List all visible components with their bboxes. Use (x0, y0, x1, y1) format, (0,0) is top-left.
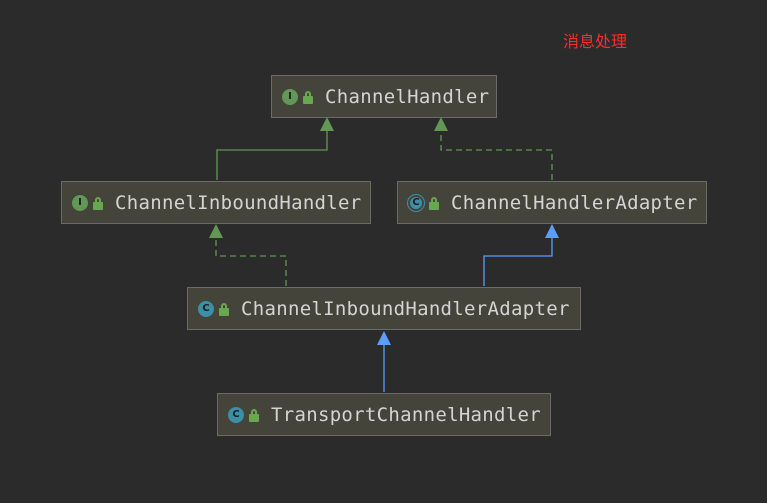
edge-inbound-adapter-to-handler-adapter (483, 238, 553, 286)
note-label: 消息处理 (563, 32, 628, 51)
node-channel-inbound-handler[interactable]: I ChannelInboundHandler (61, 181, 371, 224)
arrowhead-inbound-adapter (377, 331, 391, 345)
uml-diagram-canvas: 消息处理 I ChannelHandler I ChannelInboundHa… (0, 0, 767, 503)
class-icon: C (198, 300, 214, 317)
node-label: ChannelHandlerAdapter (451, 191, 698, 214)
public-visibility-icon (429, 196, 439, 210)
edge-inbound-adapter-to-inbound-handler (215, 238, 287, 286)
class-icon: C (228, 406, 244, 423)
public-visibility-icon (219, 302, 229, 316)
node-transport-channel-handler[interactable]: C TransportChannelHandler (217, 393, 551, 436)
public-visibility-icon (93, 196, 103, 210)
node-label: ChannelHandler (325, 85, 490, 108)
node-label: ChannelInboundHandler (115, 191, 362, 214)
arrowhead-inbound-handler (209, 224, 223, 238)
public-visibility-icon (249, 408, 259, 422)
edge-handler-adapter-to-channel-handler (440, 131, 553, 180)
arrowhead-channel-handler-right (434, 117, 448, 131)
node-channel-handler-adapter[interactable]: C ChannelHandlerAdapter (397, 181, 707, 224)
node-channel-handler[interactable]: I ChannelHandler (271, 75, 497, 118)
arrowhead-channel-handler-left (320, 117, 334, 131)
node-channel-inbound-handler-adapter[interactable]: C ChannelInboundHandlerAdapter (187, 287, 581, 330)
node-label: ChannelInboundHandlerAdapter (241, 297, 570, 320)
interface-icon: I (282, 88, 298, 105)
interface-icon: I (72, 194, 88, 211)
arrowhead-handler-adapter (545, 224, 559, 238)
public-visibility-icon (303, 90, 313, 104)
node-label: TransportChannelHandler (271, 403, 541, 426)
abstract-class-icon: C (408, 194, 424, 211)
edge-inbound-handler-to-channel-handler (216, 131, 328, 180)
